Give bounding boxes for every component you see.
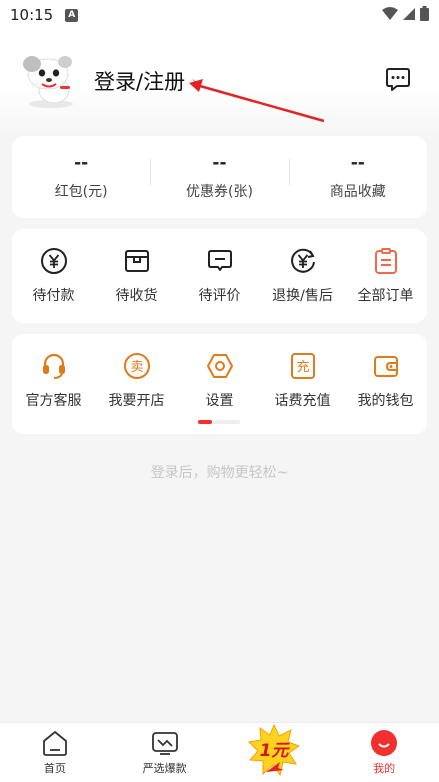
tools-card: 官方客服 卖 我要开店 设置 充 话费充值 我的钱包 <box>12 334 427 434</box>
status-bar: 10:15 A <box>0 0 439 30</box>
avatar[interactable] <box>20 52 82 110</box>
grid-label: 话费充值 <box>274 393 331 409</box>
clipboard-icon <box>374 248 397 274</box>
bottom-tab-bar: 首页 严选爆款 我的 <box>0 722 439 782</box>
order-pending-review[interactable]: 待评价 <box>178 229 261 323</box>
stat-value: -- <box>350 153 365 173</box>
stat-label: 红包(元) <box>54 184 108 200</box>
login-register-link[interactable]: 登录/注册 <box>94 66 185 96</box>
order-pending-receipt[interactable]: 待收货 <box>95 229 178 323</box>
profile-login-row[interactable]: 登录/注册 › <box>20 52 197 110</box>
order-all[interactable]: 全部订单 <box>344 229 427 323</box>
wifi-icon <box>382 6 398 20</box>
yuan-circle-icon <box>40 248 67 274</box>
tab-label: 首页 <box>43 762 66 775</box>
tab-label: 严选爆款 <box>142 762 187 775</box>
stat-red-packet[interactable]: -- 红包(元) <box>12 153 150 201</box>
sell-icon: 卖 <box>123 353 150 379</box>
tool-settings[interactable]: 设置 <box>178 334 261 410</box>
chevron-right-icon: › <box>191 71 198 91</box>
grid-label: 我要开店 <box>108 393 165 409</box>
profile-smile-icon <box>371 730 398 756</box>
stats-card: -- 红包(元) -- 优惠券(张) -- 商品收藏 <box>12 136 427 218</box>
tab-mine[interactable]: 我的 <box>329 723 439 782</box>
package-icon <box>124 250 149 272</box>
refund-icon <box>290 248 315 273</box>
tab-label: 我的 <box>373 762 396 775</box>
wallet-icon <box>373 356 398 377</box>
tv-trend-icon <box>151 732 178 755</box>
sell-glyph: 卖 <box>130 360 143 375</box>
recharge-glyph: 充 <box>296 359 309 375</box>
page-indicator <box>198 420 240 424</box>
orders-card: 待付款 待收货 待评价 退换/售后 全部订单 <box>12 229 427 323</box>
settings-hexagon-icon <box>206 354 233 378</box>
tool-phone-recharge[interactable]: 充 话费充值 <box>261 334 344 410</box>
grid-label: 待收货 <box>115 288 158 304</box>
stat-value: -- <box>74 153 89 173</box>
one-yuan-promo-icon[interactable]: 1元 <box>248 724 300 776</box>
grid-label: 退换/售后 <box>272 288 333 304</box>
stat-value: -- <box>212 153 227 173</box>
grid-label: 全部订单 <box>357 288 414 304</box>
grid-label: 设置 <box>205 393 234 409</box>
page-indicator-active <box>198 420 212 424</box>
stat-favorites[interactable]: -- 商品收藏 <box>288 153 427 201</box>
grid-label: 待评价 <box>198 288 241 304</box>
tab-home[interactable]: 首页 <box>0 723 110 782</box>
grid-label: 待付款 <box>32 288 75 304</box>
stat-coupons[interactable]: -- 优惠券(张) <box>150 153 288 201</box>
home-icon <box>42 731 67 756</box>
headset-icon <box>42 353 65 379</box>
battery-icon <box>420 6 429 21</box>
login-hint-text: 登录后，购物更轻松~ <box>150 465 289 481</box>
recharge-icon: 充 <box>290 353 315 379</box>
stat-label: 商品收藏 <box>329 184 386 200</box>
notification-icon: A <box>65 8 79 22</box>
grid-label: 官方客服 <box>25 393 82 409</box>
signal-icon <box>403 7 415 20</box>
promo-text: 1元 <box>260 741 291 761</box>
order-after-sales[interactable]: 退换/售后 <box>261 229 344 323</box>
tool-open-store[interactable]: 卖 我要开店 <box>95 334 178 410</box>
tab-selected-hot[interactable]: 严选爆款 <box>110 723 220 782</box>
tool-wallet[interactable]: 我的钱包 <box>344 334 427 410</box>
message-icon[interactable] <box>385 66 411 92</box>
order-pending-payment[interactable]: 待付款 <box>12 229 95 323</box>
comment-icon <box>207 250 232 271</box>
tool-customer-service[interactable]: 官方客服 <box>12 334 95 410</box>
stat-label: 优惠券(张) <box>186 184 253 200</box>
grid-label: 我的钱包 <box>357 393 414 409</box>
status-time: 10:15 <box>10 6 54 24</box>
